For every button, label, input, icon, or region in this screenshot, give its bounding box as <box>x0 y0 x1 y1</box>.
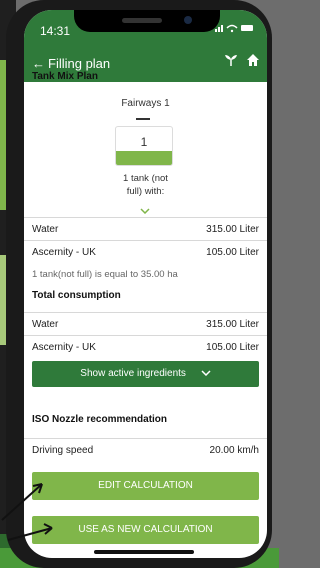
total-row-label: Ascernity - UK <box>32 342 96 353</box>
chevron-down-icon <box>201 370 211 377</box>
nozzle-title: ISO Nozzle recommendation <box>32 414 168 425</box>
driving-speed-value: 20.00 km/h <box>209 445 259 456</box>
tank-count: 1 <box>140 135 148 149</box>
speaker <box>122 18 162 23</box>
chevron-down-icon[interactable] <box>140 206 150 217</box>
total-consumption-title: Total consumption <box>32 290 121 301</box>
annotation-arrows <box>1 483 53 541</box>
mix-row-water: Water 315.00 Liter <box>24 217 267 240</box>
show-active-ingredients-label: Show active ingredients <box>80 368 186 379</box>
mix-row-label: Ascernity - UK <box>32 247 96 258</box>
tank-note-line1: 1 tank (not <box>123 173 168 184</box>
signal-wifi-battery-icon <box>215 24 253 33</box>
status-time: 14:31 <box>40 24 71 38</box>
home-indicator <box>94 550 194 554</box>
app-header: 14:31 ← Filling plan Tank Mix Plan <box>24 10 267 82</box>
plant-icon[interactable] <box>224 53 238 70</box>
back-arrow-icon[interactable]: ← <box>32 56 45 71</box>
field-name: Fairways 1 <box>121 98 170 109</box>
total-row-water: Water 315.00 Liter <box>24 312 267 335</box>
tank-level-indicator[interactable]: 1 <box>115 126 173 166</box>
tank-decrement-button[interactable] <box>136 118 150 120</box>
tank-fill <box>116 151 172 165</box>
status-icons <box>215 23 255 36</box>
mix-row-value: 105.00 Liter <box>206 247 259 258</box>
mix-row-ascernity: Ascernity - UK 105.00 Liter <box>24 240 267 263</box>
driving-speed-row: Driving speed 20.00 km/h <box>24 438 267 461</box>
total-row-value: 105.00 Liter <box>206 342 259 353</box>
mix-row-label: Water <box>32 224 59 235</box>
camera <box>184 16 192 24</box>
total-row-value: 315.00 Liter <box>206 319 259 330</box>
show-active-ingredients-button[interactable]: Show active ingredients <box>32 361 259 387</box>
phone-notch <box>74 10 220 32</box>
tank-note-line2: full) with: <box>126 186 165 197</box>
equivalence-note: 1 tank(not full) is equal to 35.00 ha <box>32 269 178 280</box>
tank-mix-title: Tank Mix Plan <box>32 71 98 82</box>
total-row-ascernity: Ascernity - UK 105.00 Liter <box>24 335 267 358</box>
total-row-label: Water <box>32 319 59 330</box>
mix-row-value: 315.00 Liter <box>206 224 259 235</box>
page-title: Filling plan <box>48 56 111 71</box>
driving-speed-label: Driving speed <box>32 445 94 456</box>
home-icon[interactable] <box>246 53 260 70</box>
